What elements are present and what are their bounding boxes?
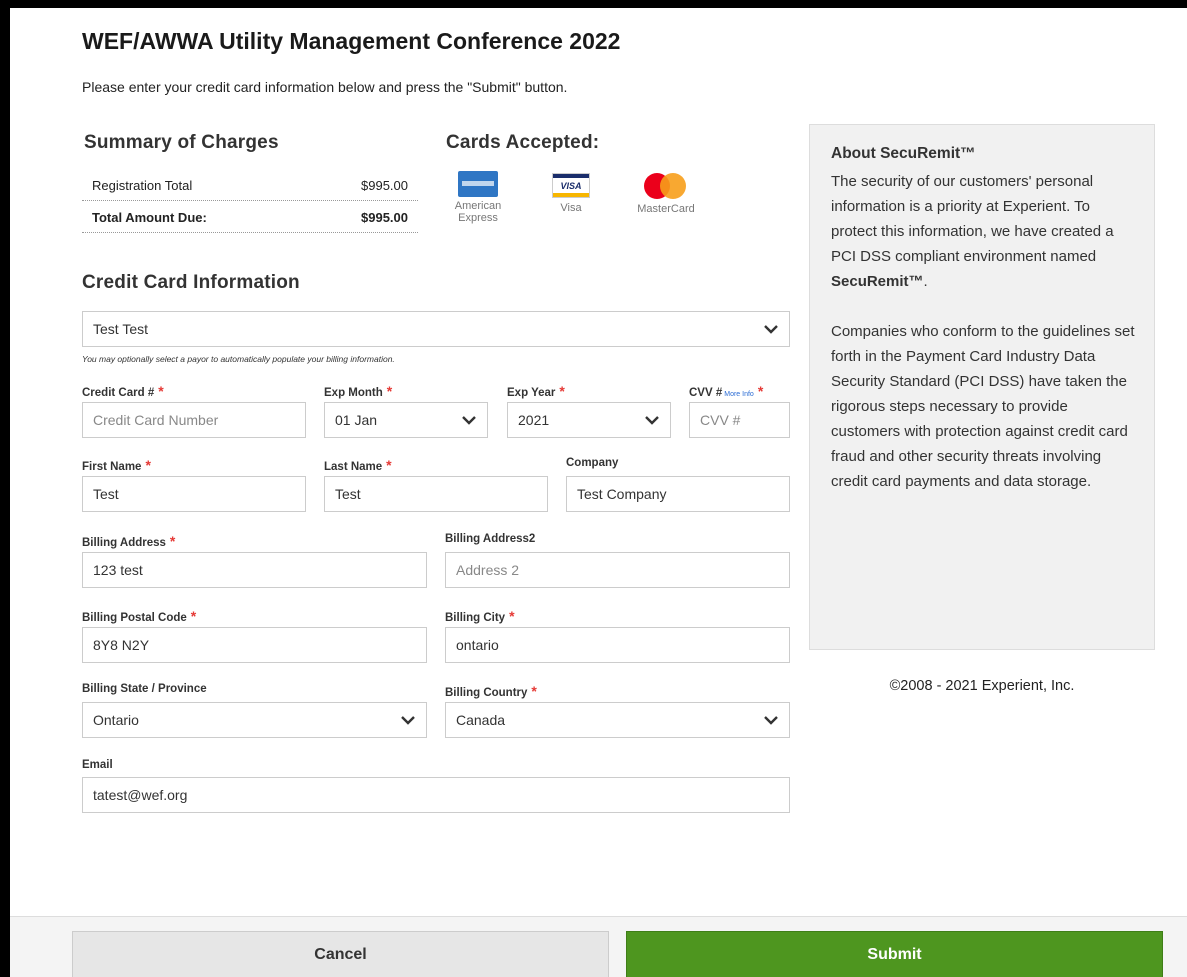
registration-total-value: $995.00 [361,178,408,193]
email-input[interactable]: tatest@wef.org [82,777,790,813]
required-marker: * [386,457,392,473]
mastercard-icon [644,173,688,199]
first-name-label: First Name * [82,457,151,473]
card-number-input[interactable]: Credit Card Number [82,402,306,438]
company-label: Company [566,457,619,469]
postal-code-label: Billing Postal Code * [82,608,197,624]
exp-year-label: Exp Year * [507,383,565,399]
required-marker: * [190,608,197,624]
country-select-value: Canada [456,712,506,728]
billing-address-label: Billing Address * [82,533,176,549]
exp-month-label: Exp Month * [324,383,393,399]
last-name-input[interactable]: Test [324,476,548,512]
chevron-down-icon [763,712,779,728]
state-select[interactable]: Ontario [82,702,427,738]
last-name-label: Last Name * [324,457,392,473]
intro-text: Please enter your credit card informatio… [82,79,568,95]
exp-year-value: 2021 [518,412,550,428]
page-title: WEF/AWWA Utility Management Conference 2… [82,28,621,54]
required-marker: * [169,533,176,549]
submit-button[interactable]: Submit [626,931,1163,977]
required-marker: * [386,383,393,399]
required-marker: * [509,608,515,624]
footer-bar: Cancel Submit [10,916,1187,977]
cards-accepted-heading: Cards Accepted: [446,132,600,153]
card-mastercard: MasterCard [626,173,706,215]
summary-heading: Summary of Charges [84,132,279,153]
securemit-paragraph-2: Companies who conform to the guidelines … [831,323,1135,490]
card-visa-label: Visa [560,202,582,214]
cvv-input[interactable]: CVV # [689,402,790,438]
billing-city-input[interactable]: ontario [445,627,790,663]
exp-year-select[interactable]: 2021 [507,402,671,438]
email-label: Email [82,759,113,771]
company-input[interactable]: Test Company [566,476,790,512]
postal-code-input[interactable]: 8Y8 N2Y [82,627,427,663]
card-visa: VISA Visa [546,173,596,214]
card-amex: American Express [448,171,508,224]
billing-address-input[interactable]: 123 test [82,552,427,588]
amex-icon [458,171,498,197]
card-number-label: Credit Card # * [82,383,164,399]
visa-icon: VISA [552,173,590,198]
country-label: Billing Country * [445,683,537,699]
payor-hint: You may optionally select a payor to aut… [82,354,395,364]
cards-accepted: American Express VISA Visa MasterCard [448,171,708,251]
copyright: ©2008 - 2021 Experient, Inc. [889,678,1075,694]
securemit-paragraph-1: The security of our customers' personal … [831,173,1114,290]
required-marker: * [158,383,164,399]
chevron-down-icon [763,321,779,337]
chevron-down-icon [644,412,660,428]
total-due-value: $995.00 [361,210,408,225]
summary-row-total: Total Amount Due: $995.00 [82,203,418,233]
summary-table: Registration Total $995.00 Total Amount … [82,171,418,233]
required-marker: * [559,383,565,399]
card-amex-label: American Express [454,200,502,224]
summary-row-registration: Registration Total $995.00 [82,171,418,201]
exp-month-select[interactable]: 01 Jan [324,402,488,438]
first-name-input[interactable]: Test [82,476,306,512]
state-label: Billing State / Province [82,683,207,695]
more-info-link[interactable]: More Info [724,391,754,398]
required-marker: * [145,457,151,473]
securemit-panel: About SecuRemit™ The security of our cus… [809,124,1155,650]
securemit-heading: About SecuRemit™ [831,145,976,162]
total-due-label: Total Amount Due: [92,210,207,225]
payment-page: WEF/AWWA Utility Management Conference 2… [10,8,1187,977]
card-mastercard-label: MasterCard [637,203,695,215]
country-select[interactable]: Canada [445,702,790,738]
payor-select[interactable]: Test Test [82,311,790,347]
billing-city-label: Billing City * [445,608,515,624]
state-select-value: Ontario [93,712,139,728]
exp-month-value: 01 Jan [335,412,378,428]
cancel-button[interactable]: Cancel [72,931,609,977]
billing-address2-label: Billing Address2 [445,533,536,545]
credit-card-heading: Credit Card Information [82,272,300,293]
registration-total-label: Registration Total [92,178,193,193]
cvv-label: CVV # More Info * [689,383,764,399]
billing-address2-input[interactable]: Address 2 [445,552,790,588]
chevron-down-icon [400,712,416,728]
required-marker: * [531,683,537,699]
chevron-down-icon [461,412,477,428]
required-marker: * [757,383,764,399]
payor-select-value: Test Test [93,321,148,337]
